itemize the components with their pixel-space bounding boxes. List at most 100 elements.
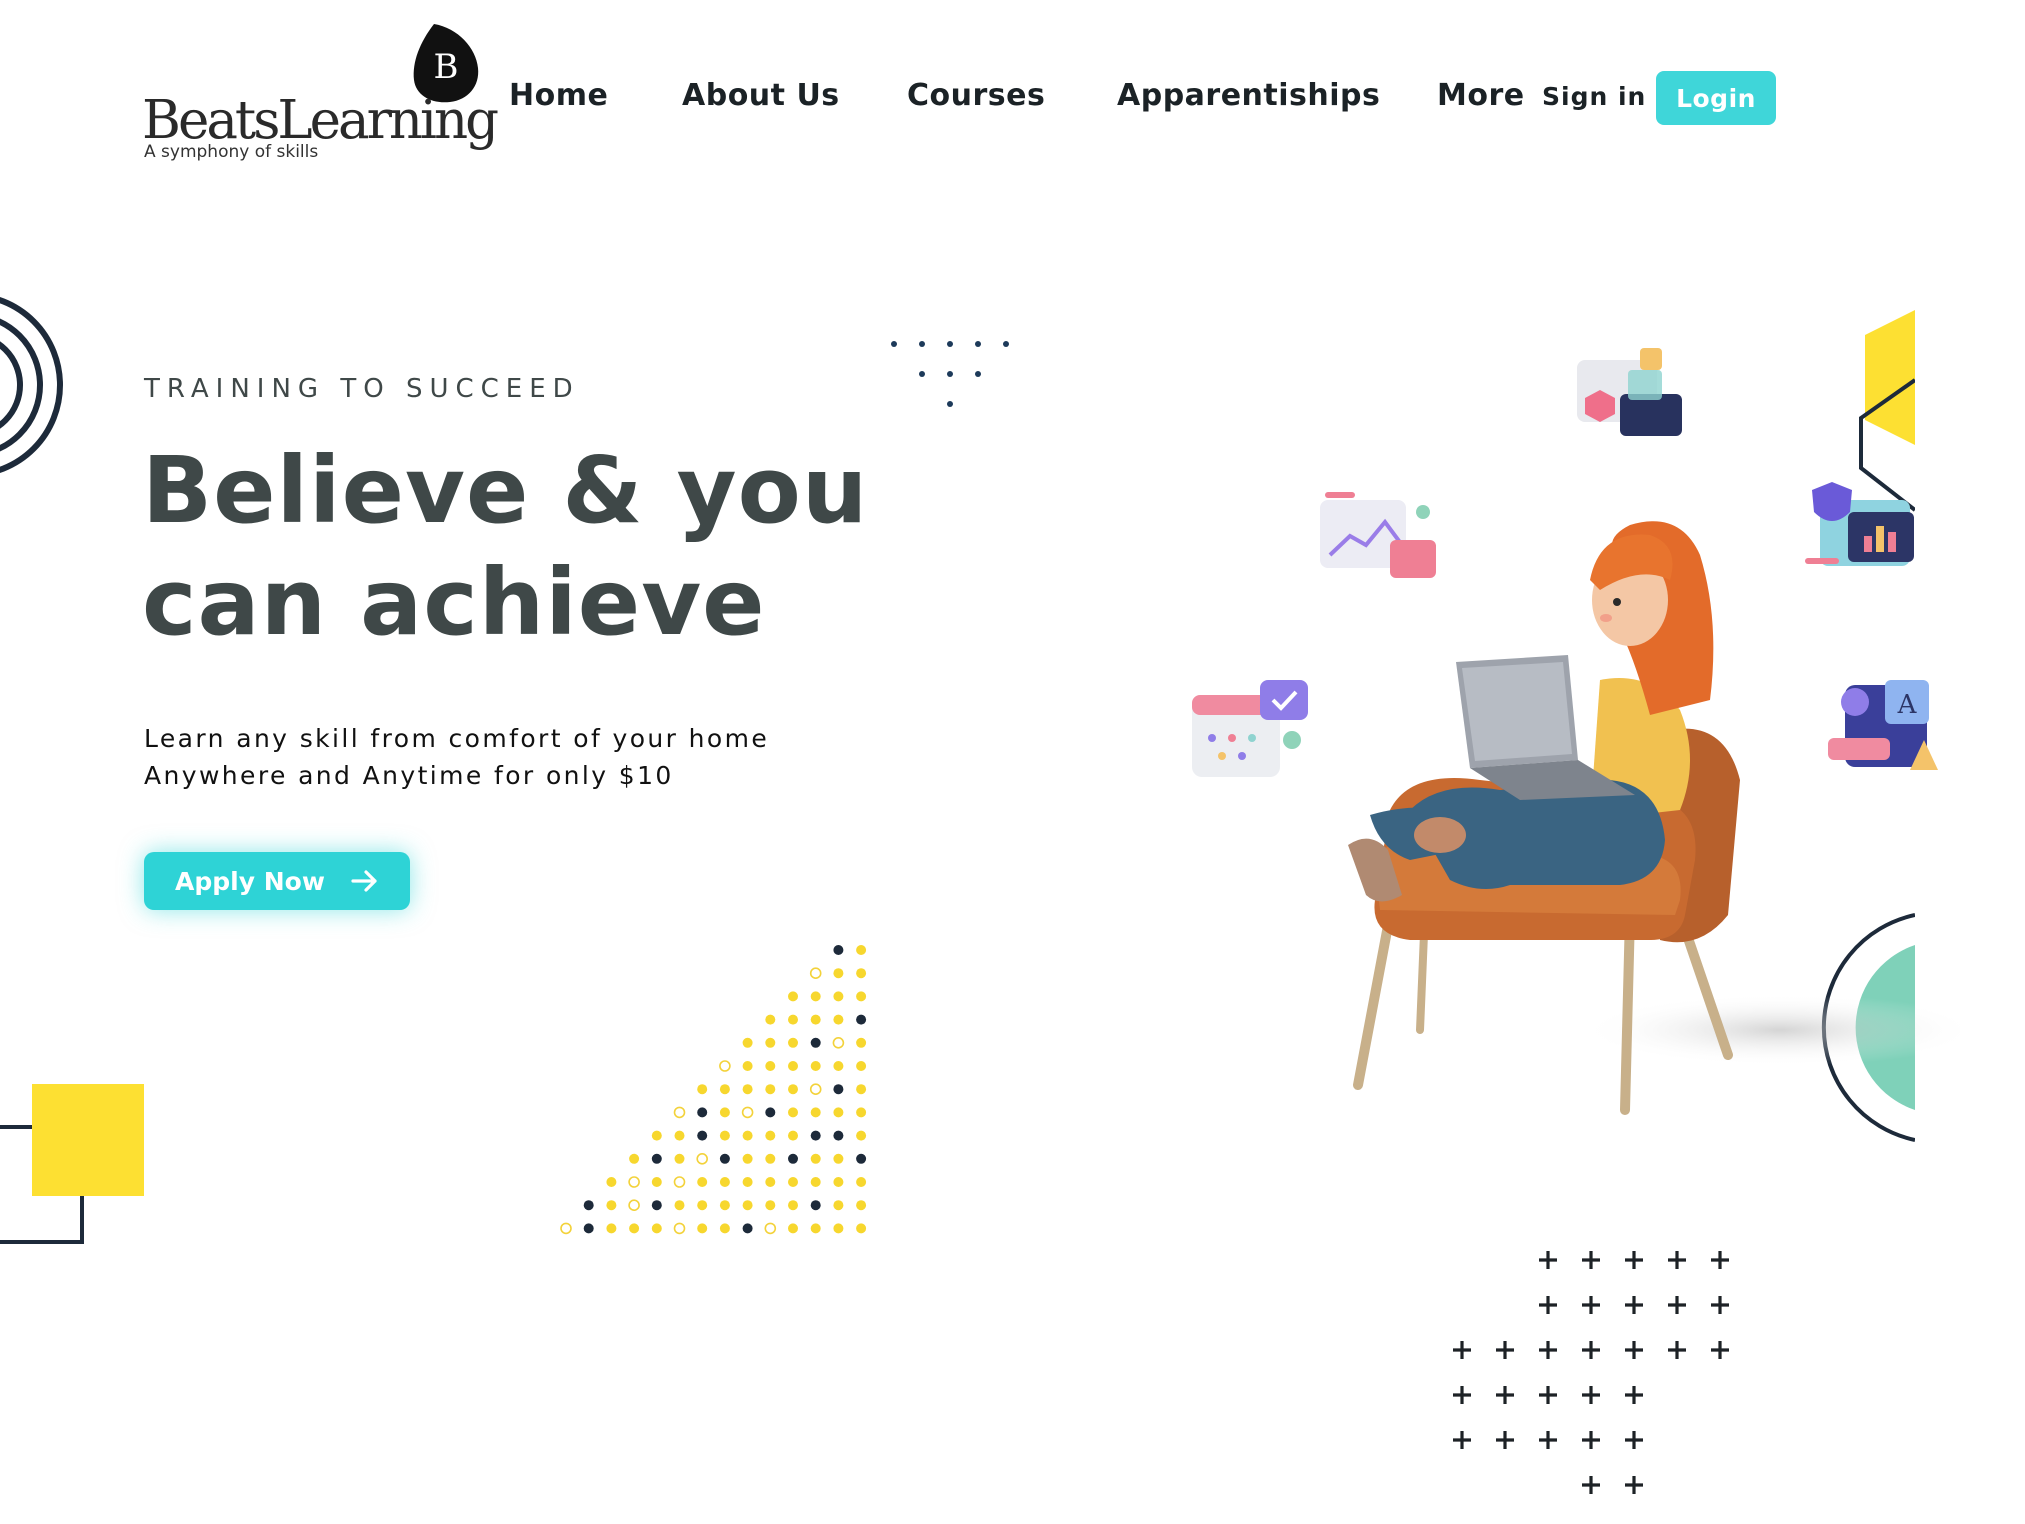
- nav-item-home[interactable]: Home: [509, 78, 608, 113]
- decor-dot: [810, 1153, 821, 1164]
- dot-grid-decoration: [560, 945, 867, 1235]
- hero-subtitle-line-1: Learn any skill from comfort of your hom…: [144, 724, 770, 753]
- decor-dot: [606, 1177, 617, 1187]
- decor-dot: [833, 1014, 844, 1025]
- decor-dot: [788, 1037, 798, 1048]
- decor-dot: [810, 1200, 821, 1211]
- concentric-arcs-decoration: [0, 296, 63, 474]
- decor-dot: [856, 1084, 867, 1095]
- nav-item-more[interactable]: More: [1437, 78, 1525, 113]
- decor-dot: [742, 1061, 753, 1071]
- decor-dot: [719, 1153, 730, 1164]
- decor-dot: [856, 991, 867, 1002]
- decor-dot: [697, 1177, 708, 1187]
- nav-item-courses[interactable]: Courses: [907, 78, 1045, 113]
- decor-plus: [1539, 1431, 1557, 1449]
- decor-dot: [741, 1106, 754, 1119]
- decor-plus: [1453, 1386, 1471, 1404]
- decor-dot: [696, 1153, 708, 1165]
- decor-dot: [765, 1177, 776, 1187]
- hero-title-line-1: Believe & you: [142, 437, 869, 544]
- decor-dot: [628, 1176, 640, 1188]
- decor-dot: [719, 1223, 730, 1234]
- plus-grid-decoration: [1453, 1251, 1729, 1494]
- svg-text:A: A: [1897, 690, 1918, 720]
- decor-dot: [674, 1200, 685, 1211]
- decor-dot: [810, 1223, 821, 1234]
- design-tools-icon: A: [1828, 680, 1938, 770]
- decor-dot: [765, 1061, 776, 1071]
- hero-title: Believe & you can achieve: [142, 435, 868, 659]
- decor-dot: [833, 1130, 844, 1141]
- hero-subtitle: Learn any skill from comfort of your hom…: [144, 720, 769, 794]
- brand-logo[interactable]: B BeatsLearning A symphony of skills: [142, 18, 499, 168]
- decor-dot: [833, 1084, 844, 1095]
- decor-dot: [833, 991, 844, 1002]
- nav-item-about-us[interactable]: About Us: [682, 78, 840, 113]
- decor-dot: [651, 1153, 662, 1164]
- decor-dot: [674, 1130, 685, 1141]
- decor-dot: [583, 1200, 594, 1211]
- arrow-right-icon: [351, 870, 377, 892]
- decor-dot: [765, 1130, 776, 1141]
- svg-text:B: B: [434, 47, 459, 87]
- decor-dot: [810, 1107, 821, 1118]
- nav-item-apparentiships[interactable]: Apparentiships: [1117, 78, 1380, 113]
- decor-plus: [1625, 1296, 1643, 1314]
- apply-now-button[interactable]: Apply Now: [144, 852, 410, 910]
- decor-dot: [674, 1153, 685, 1164]
- decor-plus: [1668, 1296, 1686, 1314]
- decor-dot: [719, 1130, 730, 1141]
- yellow-square-decoration: [0, 1084, 144, 1244]
- decor-dot: [788, 1130, 798, 1141]
- decor-dot: [833, 945, 844, 955]
- decor-dot: [583, 1223, 594, 1234]
- decor-dot: [856, 1153, 867, 1164]
- apply-now-label: Apply Now: [175, 866, 325, 896]
- decor-plus: [1496, 1386, 1514, 1404]
- chart-mail-icon: [1320, 492, 1436, 578]
- decor-dot: [719, 1200, 730, 1211]
- decor-dot: [833, 1177, 844, 1187]
- decor-dot: [651, 1130, 662, 1141]
- brand-tagline: A symphony of skills: [144, 142, 319, 162]
- decor-plus: [1625, 1476, 1643, 1494]
- decor-dot: [673, 1176, 686, 1188]
- decor-dot: [810, 1037, 821, 1048]
- decor-dot: [832, 1037, 845, 1049]
- decor-dot: [788, 1223, 798, 1234]
- decor-dot: [651, 1177, 662, 1187]
- decor-dot: [856, 1223, 867, 1234]
- decor-dot: [833, 1107, 844, 1118]
- decor-dot: [764, 1222, 777, 1235]
- decor-dot: [719, 1060, 731, 1072]
- decor-dot: [742, 1084, 753, 1095]
- decor-dot: [833, 968, 844, 979]
- decor-dot: [719, 1107, 730, 1118]
- decor-dot: [629, 1153, 640, 1164]
- decor-dot: [765, 1107, 776, 1118]
- decor-dot: [856, 968, 867, 979]
- decor-dot: [833, 1200, 844, 1211]
- decor-dot: [673, 1106, 686, 1119]
- hero-eyebrow: TRAINING TO SUCCEED: [144, 374, 580, 404]
- decor-plus: [1668, 1341, 1686, 1359]
- login-button[interactable]: Login: [1656, 71, 1776, 125]
- decor-dot: [697, 1200, 708, 1211]
- decor-plus: [1496, 1341, 1514, 1359]
- decor-dot: [809, 967, 822, 980]
- decor-dot: [742, 1130, 753, 1141]
- decor-dot: [719, 1177, 730, 1187]
- decor-dot: [719, 1084, 730, 1095]
- decor-dot: [856, 945, 867, 955]
- decor-dot: [810, 1130, 821, 1141]
- decor-dot: [629, 1223, 640, 1234]
- decor-dot: [809, 1083, 822, 1095]
- decor-dot: [788, 1153, 798, 1164]
- decor-plus: [1539, 1296, 1557, 1314]
- decor-dot: [856, 1037, 867, 1048]
- decor-dot: [788, 991, 798, 1002]
- sign-in-link[interactable]: Sign in: [1542, 82, 1646, 111]
- shield-chart-icon: [1805, 482, 1914, 566]
- decor-dot: [606, 1200, 617, 1211]
